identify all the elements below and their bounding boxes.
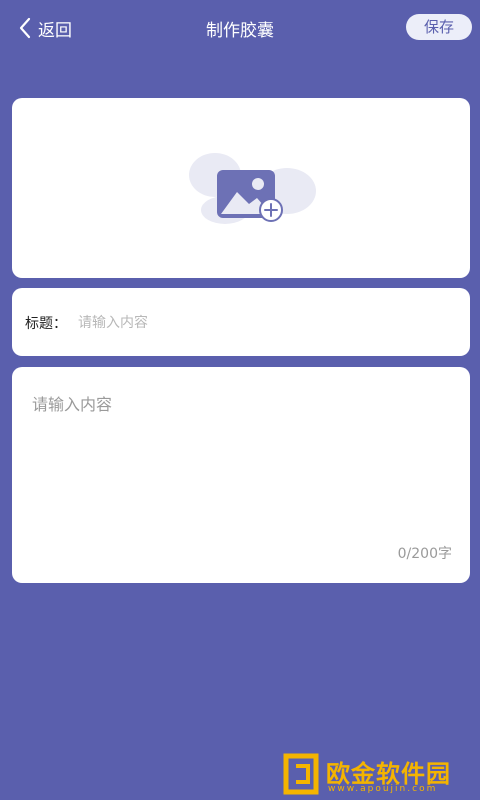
image-upload-area[interactable]	[12, 98, 470, 278]
title-card: 标题：	[12, 288, 470, 356]
save-button[interactable]: 保存	[406, 14, 472, 40]
watermark: 欧金软件园 www.apoujin.com	[282, 752, 474, 796]
title-label: 标题：	[25, 316, 67, 332]
add-image-icon	[189, 153, 316, 224]
watermark-logo-icon	[283, 753, 319, 795]
content-card: 0/200字	[12, 367, 470, 583]
character-counter: 0/200字	[397, 546, 452, 562]
content-textarea[interactable]	[30, 389, 454, 543]
watermark-url: www.apoujin.com	[328, 784, 438, 794]
title-input[interactable]	[76, 306, 460, 340]
header-bar: 返回 制作胶囊 保存	[0, 0, 480, 56]
